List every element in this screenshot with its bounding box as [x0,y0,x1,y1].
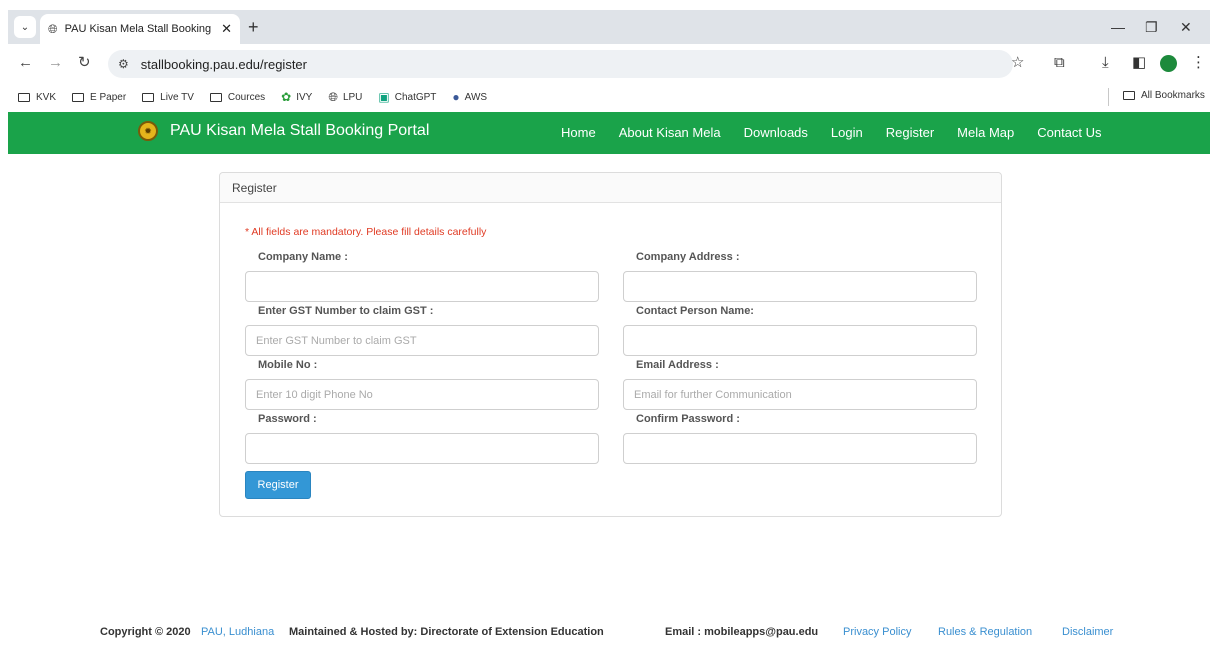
browser-tab[interactable]: 🌐︎ PAU Kisan Mela Stall Booking Port ✕ [40,14,240,44]
footer-email: Email : mobileapps@pau.edu [665,626,819,638]
gst-number-input[interactable] [245,325,599,356]
folder-icon [209,92,222,102]
folder-icon [142,92,155,102]
new-tab-plus-icon[interactable]: + [248,16,259,38]
footer-rules-link[interactable]: Rules & Regulation [938,626,1032,638]
password-input[interactable] [245,433,599,464]
restore-icon[interactable]: ❐ [1145,16,1158,38]
extensions-icon[interactable]: ⧉ [1054,53,1065,73]
bookmark-ivy[interactable]: ✿ IVY [281,90,312,104]
close-icon[interactable]: ✕ [221,21,232,37]
mobile-label: Mobile No : [258,359,318,371]
tab-search-chevron-icon[interactable]: ⌄ [14,16,36,38]
minimize-icon[interactable]: — [1111,16,1125,38]
back-arrow-icon[interactable]: ← [18,53,33,73]
bookmark-aws[interactable]: ● AWS [452,90,487,104]
register-panel: Register * All fields are mandatory. Ple… [219,172,1002,517]
company-address-input[interactable] [623,271,977,302]
tab-title: PAU Kisan Mela Stall Booking Port [64,23,215,35]
globe-icon: 🌐︎ [48,21,58,36]
download-icon[interactable]: ⤓ [1102,53,1109,73]
reload-icon[interactable]: ↻ [78,53,91,73]
nav-login[interactable]: Login [831,125,863,140]
company-name-input[interactable] [245,271,599,302]
bookmark-lpu[interactable]: 🌐︎ LPU [328,90,362,105]
company-name-label: Company Name : [258,251,348,263]
nav-contact-us[interactable]: Contact Us [1037,125,1101,140]
aws-icon: ● [452,90,460,104]
nav-mela-map[interactable]: Mela Map [957,125,1014,140]
address-bar[interactable]: ⚙︎ stallbooking.pau.edu/register [108,50,1013,78]
confirm-password-label: Confirm Password : [636,413,740,425]
site-brand[interactable]: ✹ PAU Kisan Mela Stall Booking Portal [138,121,429,141]
window-close-icon[interactable]: ✕ [1180,16,1192,38]
bookmarks-bar: KVK E Paper Live TV Cources ✿ IVY 🌐︎ LPU ▣… [8,82,1210,112]
address-toolbar: ← → ↻ ⚙︎ stallbooking.pau.edu/register ☆… [8,44,1210,82]
kebab-menu-icon[interactable]: ⋮ [1191,53,1206,73]
panel-title: Register [220,173,1001,203]
main-menu: Home About Kisan Mela Downloads Login Re… [561,125,1125,140]
mandatory-note: * All fields are mandatory. Please fill … [245,226,487,238]
contact-person-input[interactable] [623,325,977,356]
site-footer: Copyright © 2020 PAU, Ludhiana Maintaine… [0,626,1210,644]
nav-downloads[interactable]: Downloads [744,125,808,140]
nav-register[interactable]: Register [886,125,934,140]
bookmark-chatgpt[interactable]: ▣ ChatGPT [378,90,436,104]
site-settings-icon[interactable]: ⚙︎ [118,57,129,71]
site-navbar: ✹ PAU Kisan Mela Stall Booking Portal Ho… [8,112,1210,154]
bookmark-live-tv[interactable]: Live TV [142,92,194,103]
star-icon[interactable]: ☆ [1011,53,1024,73]
footer-disclaimer-link[interactable]: Disclaimer [1062,626,1113,638]
side-panel-icon[interactable]: ◧ [1132,53,1146,73]
bookmark-kvk[interactable]: KVK [18,92,56,103]
pau-logo-icon: ✹ [138,121,158,141]
contact-person-label: Contact Person Name: [636,305,754,317]
footer-copyright: Copyright © 2020 [100,626,191,638]
gst-number-label: Enter GST Number to claim GST : [258,305,434,317]
footer-pau-link[interactable]: PAU, Ludhiana [201,626,274,638]
folder-icon [72,92,85,102]
footer-maintained: Maintained & Hosted by: Directorate of E… [289,626,604,638]
url-text: stallbooking.pau.edu/register [140,56,307,72]
email-input[interactable] [623,379,977,410]
register-button[interactable]: Register [245,471,311,499]
profile-avatar[interactable] [1160,55,1177,72]
footer-privacy-link[interactable]: Privacy Policy [843,626,911,638]
browser-tab-strip: ⌄ 🌐︎ PAU Kisan Mela Stall Booking Port ✕… [8,10,1210,44]
bookmarks-divider [1108,88,1109,106]
globe-icon: 🌐︎ [328,89,338,104]
confirm-password-input[interactable] [623,433,977,464]
password-label: Password : [258,413,317,425]
bookmark-e-paper[interactable]: E Paper [72,92,126,103]
folder-icon [1123,91,1135,100]
all-bookmarks[interactable]: All Bookmarks [1123,90,1205,101]
brand-title: PAU Kisan Mela Stall Booking Portal [170,122,430,139]
company-address-label: Company Address : [636,251,740,263]
forward-arrow-icon[interactable]: → [48,53,63,73]
mobile-input[interactable] [245,379,599,410]
email-label: Email Address : [636,359,719,371]
chatgpt-icon: ▣ [378,90,390,104]
folder-icon [18,92,30,102]
bookmark-cources[interactable]: Cources [209,92,265,103]
nav-home[interactable]: Home [561,125,596,140]
ivy-icon: ✿ [281,90,292,104]
nav-about-kisan-mela[interactable]: About Kisan Mela [619,125,721,140]
